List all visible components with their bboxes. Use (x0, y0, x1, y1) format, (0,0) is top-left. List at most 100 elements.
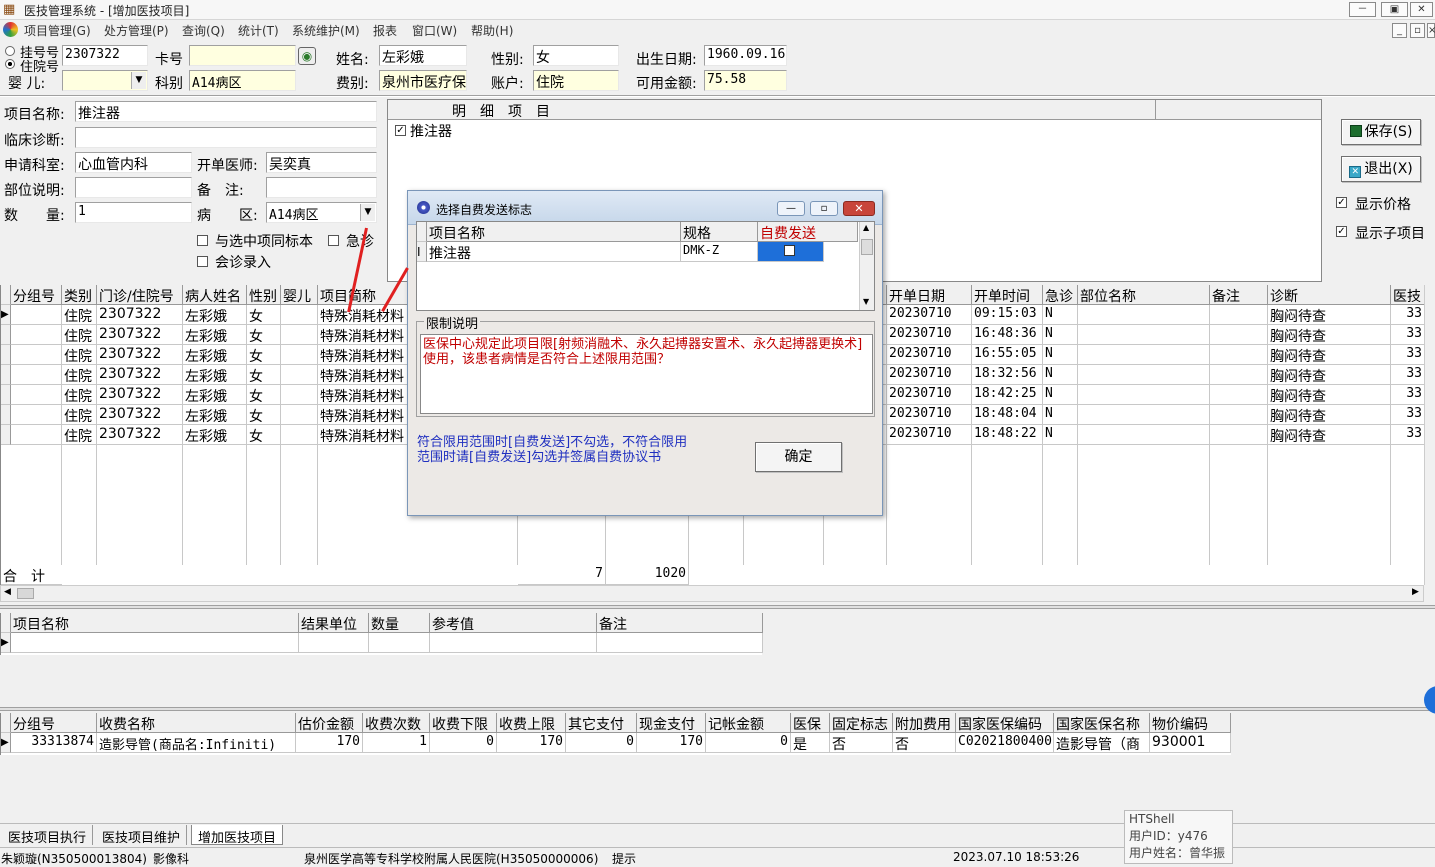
self-pay-cell[interactable] (758, 242, 824, 262)
exit-button[interactable]: ✕ 退出(X) (1341, 156, 1421, 182)
table-cell[interactable]: 20230710 (887, 305, 972, 325)
table-cell[interactable] (281, 385, 318, 405)
table-cell[interactable]: N (1043, 405, 1078, 425)
table-cell[interactable]: 20230710 (887, 425, 972, 445)
table-cell[interactable] (11, 365, 62, 385)
table-cell[interactable]: 16:55:05 (972, 345, 1043, 365)
column-header[interactable]: 备注 (1210, 285, 1268, 305)
table-cell[interactable]: 左彩娥 (183, 305, 247, 325)
table-cell[interactable]: 否 (893, 733, 956, 753)
table-cell[interactable]: 2307322 (97, 405, 183, 425)
row-selector-active[interactable]: ▶ (1, 305, 11, 325)
table-cell[interactable] (11, 633, 299, 653)
column-header[interactable]: 医保 (791, 713, 830, 733)
column-header[interactable]: 备注 (597, 613, 763, 633)
table-cell[interactable]: 胸闷待查 (1268, 345, 1391, 365)
dialog-item-name[interactable]: 推注器 (427, 242, 681, 262)
table-cell[interactable] (1210, 305, 1268, 325)
column-header[interactable]: 结果单位 (299, 613, 369, 633)
table-cell[interactable] (1078, 345, 1210, 365)
table-cell[interactable]: 住院 (62, 365, 97, 385)
show-subitems-checkbox[interactable]: ✓ (1336, 226, 1347, 237)
table-cell[interactable] (11, 405, 62, 425)
table-cell[interactable]: 16:48:36 (972, 325, 1043, 345)
table-cell[interactable]: 20230710 (887, 385, 972, 405)
ok-button[interactable]: 确定 (755, 442, 842, 472)
table-cell[interactable]: 左彩娥 (183, 345, 247, 365)
row-selector[interactable] (1, 425, 11, 445)
column-header[interactable]: 诊断 (1268, 285, 1391, 305)
table-cell[interactable]: 1 (363, 733, 430, 753)
table-cell[interactable] (281, 305, 318, 325)
remark-input[interactable] (266, 177, 377, 198)
column-header[interactable]: 医技 (1391, 285, 1425, 305)
table-cell[interactable]: 左彩娥 (183, 325, 247, 345)
doctor-input[interactable]: 吴奕真 (266, 152, 377, 173)
table-cell[interactable]: 33 (1391, 385, 1425, 405)
table-cell[interactable]: 2307322 (97, 385, 183, 405)
table-cell[interactable]: 胸闷待查 (1268, 365, 1391, 385)
column-header[interactable]: 估价金额 (296, 713, 363, 733)
table-cell[interactable]: 女 (247, 405, 281, 425)
menu-system[interactable]: 系统维护(M) (292, 22, 360, 39)
menu-help[interactable]: 帮助(H) (471, 22, 513, 39)
column-header[interactable]: 自费发送 (758, 222, 858, 242)
card-reader-icon[interactable]: ◉ (298, 47, 316, 65)
main-grid-hscrollbar[interactable]: ◀ ▶ (0, 585, 1424, 602)
table-cell[interactable]: 胸闷待查 (1268, 425, 1391, 445)
row-selector-active[interactable]: I (417, 242, 427, 262)
card-input[interactable] (189, 45, 296, 66)
table-cell[interactable]: 造影导管（商 (1054, 733, 1150, 753)
scroll-thumb[interactable] (17, 588, 34, 599)
table-cell[interactable]: 170 (497, 733, 566, 753)
table-cell[interactable]: 33 (1391, 345, 1425, 365)
column-header[interactable]: 记帐金额 (706, 713, 791, 733)
table-cell[interactable] (1210, 325, 1268, 345)
table-cell[interactable] (281, 405, 318, 425)
table-cell[interactable] (11, 385, 62, 405)
column-header[interactable]: 门诊/住院号 (97, 285, 183, 305)
table-cell[interactable] (281, 325, 318, 345)
column-header[interactable]: 收费下限 (430, 713, 497, 733)
table-cell[interactable]: N (1043, 345, 1078, 365)
table-cell[interactable]: 胸闷待查 (1268, 405, 1391, 425)
scroll-up-icon[interactable]: ▲ (863, 223, 869, 232)
column-header[interactable]: 分组号 (11, 285, 62, 305)
table-cell[interactable] (430, 633, 597, 653)
table-cell[interactable]: 造影导管(商品名:Infiniti) (97, 733, 296, 753)
table-cell[interactable]: C02021800400 (956, 733, 1054, 753)
table-cell[interactable]: 09:15:03 (972, 305, 1043, 325)
dialog-maximize-button[interactable]: ▫ (810, 201, 838, 216)
table-cell[interactable]: 住院 (62, 325, 97, 345)
table-cell[interactable]: 18:32:56 (972, 365, 1043, 385)
table-cell[interactable] (1078, 325, 1210, 345)
scroll-down-icon[interactable]: ▼ (863, 297, 869, 306)
table-cell[interactable] (281, 345, 318, 365)
detail-item-checkbox[interactable]: ✓ (395, 125, 406, 136)
table-cell[interactable]: 住院 (62, 385, 97, 405)
column-header[interactable]: 婴儿 (281, 285, 318, 305)
show-price-checkbox[interactable]: ✓ (1336, 197, 1347, 208)
emergency-checkbox[interactable] (328, 235, 339, 246)
table-cell[interactable]: 33313874 (11, 733, 97, 753)
row-selector[interactable] (1, 385, 11, 405)
dialog-minimize-button[interactable]: — (777, 201, 805, 216)
mdi-close-button[interactable]: × (1427, 23, 1435, 38)
menu-report[interactable]: 报表 (373, 22, 397, 39)
column-header[interactable]: 物价编码 (1150, 713, 1231, 733)
tab-execute[interactable]: 医技项目执行 (2, 825, 94, 846)
table-cell[interactable]: 33 (1391, 305, 1425, 325)
maximize-button[interactable]: ▣ (1381, 2, 1408, 17)
consult-checkbox[interactable] (197, 256, 208, 267)
table-cell[interactable]: 33 (1391, 405, 1425, 425)
menu-window[interactable]: 窗口(W) (412, 22, 457, 39)
table-cell[interactable]: N (1043, 385, 1078, 405)
radio-registration[interactable] (5, 46, 15, 56)
tab-add[interactable]: 增加医技项目 (191, 825, 284, 846)
table-cell[interactable] (1078, 405, 1210, 425)
column-header[interactable]: 病人姓名 (183, 285, 247, 305)
main-grid-vscrollbar[interactable] (1424, 285, 1435, 585)
mdi-restore-button[interactable]: ▫ (1410, 23, 1425, 38)
table-cell[interactable]: 20230710 (887, 365, 972, 385)
row-selector[interactable] (1, 345, 11, 365)
